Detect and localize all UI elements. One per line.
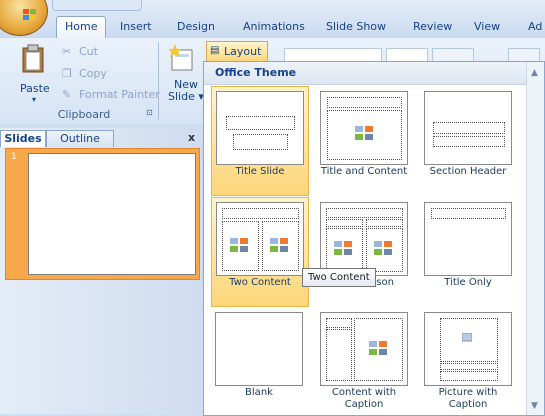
- new-slide-dropdown[interactable]: Slide ▾: [168, 90, 204, 103]
- content-placeholder-icon: [374, 241, 392, 255]
- layout-label: Blank: [245, 387, 273, 398]
- layout-content-with-caption[interactable]: Content with Caption: [316, 308, 412, 416]
- tab-animations[interactable]: Animations: [243, 17, 305, 36]
- layout-section-header[interactable]: Section Header: [420, 87, 516, 195]
- content-placeholder-icon: [369, 341, 387, 355]
- layout-icon: ▤: [210, 45, 220, 56]
- layout-preview: [424, 91, 512, 165]
- layout-picture-with-caption[interactable]: Picture with Caption: [420, 308, 516, 416]
- layout-gallery: Office Theme Title Slide Title and Conte…: [203, 61, 545, 416]
- layout-title-and-content[interactable]: Title and Content: [316, 87, 412, 195]
- format-painter-icon: ✎: [62, 88, 72, 101]
- slides-pane: Slides Outline x 1: [0, 128, 208, 414]
- tab-view[interactable]: View: [474, 17, 500, 36]
- tab-outline[interactable]: Outline: [46, 130, 114, 147]
- tab-add-ins[interactable]: Ad: [528, 17, 542, 36]
- paste-icon: [22, 44, 44, 73]
- tab-review[interactable]: Review: [413, 17, 452, 36]
- layout-preview: [216, 91, 304, 165]
- copy-icon: ❐: [62, 67, 72, 80]
- layout-comparison[interactable]: Comparison: [316, 198, 412, 306]
- quick-access-toolbar: [52, 0, 142, 11]
- office-button[interactable]: [0, 0, 48, 36]
- layout-label: Picture with Caption: [438, 387, 498, 410]
- layout-preview: [215, 312, 303, 386]
- content-placeholder-icon: [230, 238, 248, 252]
- paste-button[interactable]: Paste: [20, 82, 50, 95]
- layout-blank[interactable]: Blank: [211, 308, 307, 416]
- layout-preview: [424, 312, 512, 386]
- tab-slide-show[interactable]: Slide Show: [326, 17, 386, 36]
- tab-insert[interactable]: Insert: [120, 17, 152, 36]
- cut-button[interactable]: Cut: [79, 45, 98, 58]
- layout-label: Title and Content: [320, 166, 408, 177]
- tab-home[interactable]: Home: [56, 16, 107, 39]
- picture-placeholder-icon: [462, 333, 472, 342]
- slide-thumbnail[interactable]: [28, 153, 196, 275]
- layout-preview: [320, 202, 408, 276]
- layout-label: Title Only: [444, 277, 492, 288]
- scroll-down-icon[interactable]: ▼: [531, 401, 538, 411]
- content-placeholder-icon: [355, 126, 373, 140]
- gallery-theme-title: Office Theme: [215, 66, 297, 79]
- layout-button[interactable]: ▤ Layout ▾: [206, 41, 268, 71]
- layout-tooltip: Two Content: [302, 268, 376, 287]
- tab-design[interactable]: Design: [177, 17, 215, 36]
- office-logo-icon: [23, 9, 36, 20]
- layout-label: Title Slide: [235, 166, 285, 177]
- gallery-header: Office Theme: [204, 62, 529, 85]
- gallery-scrollbar[interactable]: ▲ ▼: [526, 62, 544, 415]
- dialog-launcher-icon[interactable]: ⊡: [146, 108, 153, 117]
- copy-button[interactable]: Copy: [79, 67, 107, 80]
- layout-preview: [424, 202, 512, 276]
- ribbon-tab-strip: Home Insert Design Animations Slide Show…: [0, 0, 545, 39]
- close-pane-button[interactable]: x: [188, 130, 195, 146]
- cut-icon: ✂: [62, 45, 72, 58]
- scroll-up-icon[interactable]: ▲: [531, 68, 538, 78]
- layout-two-content[interactable]: Two Content: [211, 197, 309, 307]
- layout-title-only[interactable]: Title Only: [420, 198, 516, 306]
- layout-title-slide[interactable]: Title Slide: [211, 86, 309, 196]
- clipboard-group-label: Clipboard: [57, 108, 111, 121]
- format-painter-button[interactable]: Format Painter: [79, 88, 160, 101]
- layout-preview: [320, 312, 408, 386]
- paste-dropdown-icon[interactable]: ▾: [32, 95, 36, 104]
- layout-label: Two Content: [229, 277, 291, 288]
- group-separator: [158, 42, 159, 120]
- content-placeholder-icon: [334, 241, 352, 255]
- layout-preview: [320, 91, 408, 165]
- content-placeholder-icon: [270, 238, 288, 252]
- layout-label: Content with Caption: [331, 387, 397, 410]
- new-slide-icon: [169, 44, 193, 71]
- slide-number: 1: [11, 152, 17, 162]
- layout-label: Section Header: [429, 166, 507, 177]
- layout-preview: [216, 202, 304, 276]
- tab-slides[interactable]: Slides: [0, 130, 46, 147]
